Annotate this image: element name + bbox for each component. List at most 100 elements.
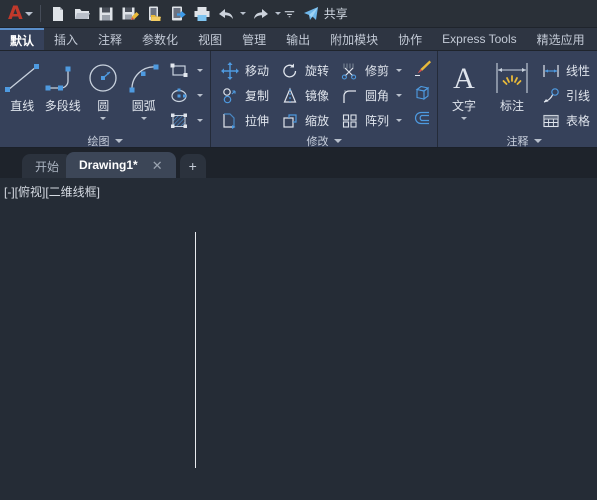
undo-caret[interactable]	[238, 2, 249, 26]
save-icon[interactable]	[94, 2, 118, 26]
close-icon[interactable]: ✕	[152, 159, 163, 172]
offset-icon	[413, 109, 432, 132]
copy-label: 复制	[245, 89, 270, 103]
customize-icon[interactable]	[284, 2, 295, 26]
arc-dropdown-caret[interactable]	[140, 114, 147, 123]
explode-icon	[413, 84, 432, 107]
move-button[interactable]: 移动	[217, 58, 271, 83]
autocad-logo-icon: A	[8, 2, 23, 24]
paper-plane-icon	[303, 6, 318, 20]
ribbon-tab-manage[interactable]: 管理	[232, 28, 276, 50]
text-icon: A	[445, 57, 483, 99]
stretch-icon	[219, 112, 241, 130]
ribbon-tab-label: 附加模块	[330, 32, 379, 47]
ribbon-tab-output[interactable]: 输出	[276, 28, 320, 50]
ribbon-tab-addins[interactable]: 附加模块	[320, 28, 388, 50]
stretch-label: 拉伸	[245, 114, 270, 128]
text-button[interactable]: A 文字	[440, 55, 488, 123]
leader-button[interactable]: 引线	[538, 83, 597, 108]
ribbon-tab-view[interactable]: 视图	[188, 28, 232, 50]
new-tab-button[interactable]: +	[179, 154, 206, 178]
hatch-dropdown-caret[interactable]	[194, 119, 206, 122]
draw-panel-footer[interactable]: 绘图	[0, 133, 210, 149]
drawn-line[interactable]	[195, 232, 196, 468]
ellipse-button[interactable]	[166, 83, 208, 108]
dimension-label: 标注	[500, 99, 525, 113]
stretch-button[interactable]: 拉伸	[217, 108, 271, 133]
match-properties-button[interactable]	[409, 58, 435, 83]
rectangle-icon	[168, 62, 190, 80]
arc-button[interactable]: 圆弧	[124, 55, 165, 123]
ribbon-panel-draw: 直线 多段线 圆 圆弧 绘图	[0, 51, 211, 149]
svg-text:A: A	[453, 62, 475, 95]
fillet-button[interactable]: 圆角	[337, 83, 407, 108]
publish-icon[interactable]	[166, 2, 190, 26]
ellipse-icon	[168, 87, 190, 105]
circle-label: 圆	[97, 99, 110, 113]
app-menu-button[interactable]: A	[4, 4, 24, 23]
app-menu-caret[interactable]	[24, 2, 35, 26]
rotate-icon	[279, 62, 301, 80]
document-tab-drawing1[interactable]: Drawing1* ✕	[66, 152, 176, 178]
print-icon[interactable]	[190, 2, 214, 26]
line-icon	[2, 57, 42, 99]
array-dropdown-caret[interactable]	[393, 119, 405, 122]
draw-panel-title: 绘图	[87, 136, 110, 148]
redo-caret[interactable]	[273, 2, 284, 26]
drawing-canvas[interactable]: [-][俯视][二维线框]	[0, 178, 597, 500]
dimension-icon	[491, 57, 533, 99]
circle-button[interactable]: 圆	[83, 55, 124, 123]
ribbon-tab-collaborate[interactable]: 协作	[388, 28, 432, 50]
offset-button[interactable]	[409, 108, 435, 133]
save-as-icon[interactable]	[118, 2, 142, 26]
ribbon-panel-modify: 移动 复制 拉伸 旋转 镜像 缩放 修剪 圆角 阵列 修改	[211, 51, 439, 149]
modify-panel-title: 修改	[306, 136, 329, 148]
leader-label: 引线	[566, 89, 591, 103]
document-tab-start[interactable]: 开始	[22, 154, 73, 178]
document-tab-label: 开始	[35, 159, 60, 174]
polyline-button[interactable]: 多段线	[43, 55, 84, 113]
ellipse-dropdown-caret[interactable]	[194, 94, 206, 97]
modify-panel-expand-caret	[333, 139, 342, 143]
explode-button[interactable]	[409, 83, 435, 108]
circle-dropdown-caret[interactable]	[100, 114, 107, 123]
rectangle-dropdown-caret[interactable]	[194, 69, 206, 72]
viewport-label[interactable]: [-][俯视][二维线框]	[4, 183, 100, 200]
mirror-button[interactable]: 镜像	[277, 83, 331, 108]
array-icon	[339, 112, 361, 130]
table-button[interactable]: 表格	[538, 108, 597, 133]
open-folder-icon[interactable]	[70, 2, 94, 26]
redo-icon[interactable]	[249, 2, 273, 26]
dimension-button[interactable]: 标注	[488, 55, 536, 113]
array-button[interactable]: 阵列	[337, 108, 407, 133]
linear-dimension-button[interactable]: 线性	[538, 58, 597, 83]
export-icon[interactable]	[142, 2, 166, 26]
new-file-icon[interactable]	[46, 2, 70, 26]
ribbon-tab-express-tools[interactable]: Express Tools	[432, 28, 526, 50]
ribbon-tabstrip: 默认 插入 注释 参数化 视图 管理 输出 附加模块 协作 Express To…	[0, 28, 597, 51]
fillet-dropdown-caret[interactable]	[393, 94, 405, 97]
share-label: 共享	[323, 7, 348, 21]
ribbon-tab-parametric[interactable]: 参数化	[132, 28, 188, 50]
trim-dropdown-caret[interactable]	[393, 69, 405, 72]
ribbon-tab-label: 参数化	[142, 32, 179, 47]
rectangle-button[interactable]	[166, 58, 208, 83]
ribbon-tab-annotate[interactable]: 注释	[88, 28, 132, 50]
copy-button[interactable]: 复制	[217, 83, 271, 108]
ribbon-tab-default[interactable]: 默认	[0, 28, 45, 50]
trim-button[interactable]: 修剪	[337, 58, 407, 83]
modify-panel-footer[interactable]: 修改	[211, 133, 437, 149]
ribbon-tab-featured-apps[interactable]: 精选应用	[527, 28, 595, 50]
rotate-button[interactable]: 旋转	[277, 58, 331, 83]
ribbon-tab-label: 插入	[54, 32, 79, 47]
annotation-panel-footer[interactable]: 注释	[438, 133, 597, 149]
undo-icon[interactable]	[214, 2, 238, 26]
ribbon-tab-insert[interactable]: 插入	[44, 28, 88, 50]
line-button[interactable]: 直线	[2, 55, 43, 113]
mirror-icon	[279, 86, 301, 105]
text-dropdown-caret[interactable]	[461, 114, 468, 123]
scale-button[interactable]: 缩放	[277, 108, 331, 133]
share-button[interactable]: 共享	[303, 5, 348, 22]
hatch-button[interactable]	[166, 108, 208, 133]
ribbon-tab-label: 注释	[98, 32, 123, 47]
